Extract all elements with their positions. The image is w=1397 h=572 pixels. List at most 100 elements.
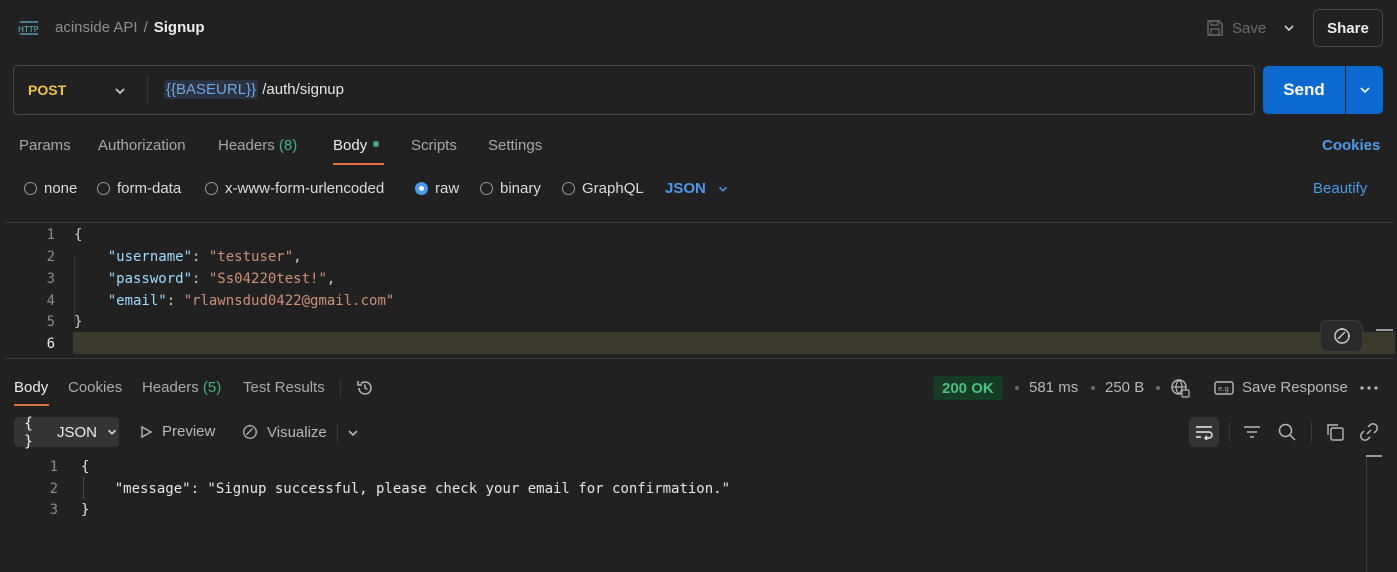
save-label: Save xyxy=(1232,19,1267,37)
ai-assist-button[interactable] xyxy=(1320,320,1363,352)
radio-graphql[interactable]: GraphQL xyxy=(562,180,644,197)
response-format-label: JSON xyxy=(56,423,97,441)
visualize-label: Visualize xyxy=(267,423,327,441)
language-select[interactable]: JSON xyxy=(665,180,730,197)
radio-binary[interactable]: binary xyxy=(480,180,541,197)
search-icon[interactable] xyxy=(1277,422,1297,442)
preview-label: Preview xyxy=(162,423,216,440)
url-bar: POST {{BASEURL}} /auth/signup xyxy=(13,65,1255,115)
code-line: } xyxy=(74,314,82,330)
send-options-button[interactable] xyxy=(1346,66,1383,114)
url-path: /auth/signup xyxy=(258,81,344,98)
share-button[interactable]: Share xyxy=(1313,9,1383,47)
svg-text:HTTP: HTTP xyxy=(18,25,39,34)
line-number: 2 xyxy=(49,481,58,497)
response-scrollbar-thumb[interactable] xyxy=(1366,455,1382,457)
line-number: 5 xyxy=(46,314,55,330)
breadcrumb-collection[interactable]: acinside API xyxy=(55,19,138,36)
radio-selected-icon xyxy=(415,182,428,195)
response-tab-cookies[interactable]: Cookies xyxy=(68,379,122,396)
wrap-lines-button[interactable] xyxy=(1189,417,1219,447)
json-comma: , xyxy=(326,271,336,287)
send-button[interactable]: Send xyxy=(1263,66,1345,114)
tab-body[interactable]: Body xyxy=(333,137,380,154)
link-icon[interactable] xyxy=(1359,422,1379,442)
request-body-editor[interactable]: 1 2 3 4 5 6 { "username": "testuser", "p… xyxy=(5,222,1395,359)
response-tab-headers-label: Headers xyxy=(142,379,199,396)
url-variable[interactable]: {{BASEURL}} xyxy=(164,80,259,99)
url-input[interactable]: {{BASEURL}} /auth/signup xyxy=(164,80,344,99)
indent-guide xyxy=(74,256,75,322)
radio-circle-icon xyxy=(480,182,493,195)
json-comma: , xyxy=(293,249,302,265)
response-tab-test-results[interactable]: Test Results xyxy=(243,379,325,396)
radio-none-label: none xyxy=(44,180,78,197)
history-icon[interactable] xyxy=(355,378,375,398)
separator-dot xyxy=(1015,386,1019,390)
sparkle-icon xyxy=(1332,326,1352,346)
response-tab-body[interactable]: Body xyxy=(14,379,48,396)
code-line: } xyxy=(81,502,90,518)
response-tab-headers[interactable]: Headers (5) xyxy=(142,379,221,396)
chevron-down-icon[interactable] xyxy=(345,425,361,441)
response-scrollbar[interactable] xyxy=(1366,455,1367,572)
status-badge[interactable]: 200 OK xyxy=(933,376,1003,400)
save-response-button[interactable]: e.g Save Response xyxy=(1214,379,1348,396)
save-response-icon: e.g xyxy=(1214,380,1234,396)
chevron-down-icon[interactable] xyxy=(112,83,128,99)
response-format-select[interactable]: { } JSON xyxy=(14,414,119,450)
line-number: 3 xyxy=(49,502,58,518)
svg-text:e.g: e.g xyxy=(1218,385,1229,393)
request-header: HTTP acinside API / Signup Save Share xyxy=(0,0,1397,56)
line-number: 3 xyxy=(46,271,55,287)
code-line: "email": "rlawnsdud0422@gmail.com" xyxy=(107,293,395,309)
save-button[interactable]: Save xyxy=(1206,17,1266,39)
more-options-icon[interactable] xyxy=(1360,386,1378,390)
tab-scripts[interactable]: Scripts xyxy=(411,137,457,154)
tab-headers-label: Headers xyxy=(218,137,275,154)
radio-form-data[interactable]: form-data xyxy=(97,180,181,197)
divider xyxy=(340,380,341,398)
tab-params[interactable]: Params xyxy=(19,137,71,154)
breadcrumb-request-name[interactable]: Signup xyxy=(154,19,205,36)
method-select[interactable]: POST xyxy=(28,82,66,98)
tab-settings[interactable]: Settings xyxy=(488,137,542,154)
active-tab-indicator xyxy=(14,404,49,406)
json-value: "Ss04220test!" xyxy=(208,271,327,287)
tab-authorization[interactable]: Authorization xyxy=(98,137,186,154)
chevron-down-icon[interactable] xyxy=(1281,20,1297,36)
url-divider xyxy=(147,76,148,104)
active-tab-indicator xyxy=(333,163,384,165)
visualize-icon xyxy=(241,423,259,441)
breadcrumb-separator: / xyxy=(143,19,148,36)
json-value: "rlawnsdud0422@gmail.com" xyxy=(183,293,395,309)
json-key: "email" xyxy=(107,293,167,309)
radio-none[interactable]: none xyxy=(24,180,77,197)
response-time[interactable]: 581 ms xyxy=(1029,379,1078,396)
network-globe-icon[interactable] xyxy=(1170,378,1190,398)
beautify-button[interactable]: Beautify xyxy=(1313,180,1367,197)
copy-icon[interactable] xyxy=(1325,422,1345,442)
visualize-button[interactable]: Visualize xyxy=(241,423,327,441)
modified-dot-icon xyxy=(373,141,380,148)
response-size[interactable]: 250 B xyxy=(1105,379,1144,396)
editor-scrollbar[interactable] xyxy=(1376,329,1393,331)
code-line: { xyxy=(81,459,90,475)
tab-headers[interactable]: Headers (8) xyxy=(218,137,297,154)
tab-headers-count: (8) xyxy=(278,137,298,154)
close-brace: } xyxy=(74,314,83,330)
http-icon: HTTP xyxy=(18,18,40,38)
cookies-link[interactable]: Cookies xyxy=(1322,137,1380,154)
code-line: "username": "testuser", xyxy=(107,249,302,265)
json-key: "password" xyxy=(107,271,193,287)
radio-urlencoded[interactable]: x-www-form-urlencoded xyxy=(205,180,384,197)
filter-icon[interactable] xyxy=(1242,422,1262,442)
code-line: "message": "Signup successful, please ch… xyxy=(81,481,731,497)
radio-circle-icon xyxy=(24,182,37,195)
response-tab-headers-count: (5) xyxy=(202,379,222,396)
radio-raw[interactable]: raw xyxy=(415,180,459,197)
divider xyxy=(1311,422,1312,442)
preview-button[interactable]: Preview xyxy=(139,423,215,440)
radio-circle-icon xyxy=(562,182,575,195)
wrap-lines-icon xyxy=(1194,424,1214,440)
